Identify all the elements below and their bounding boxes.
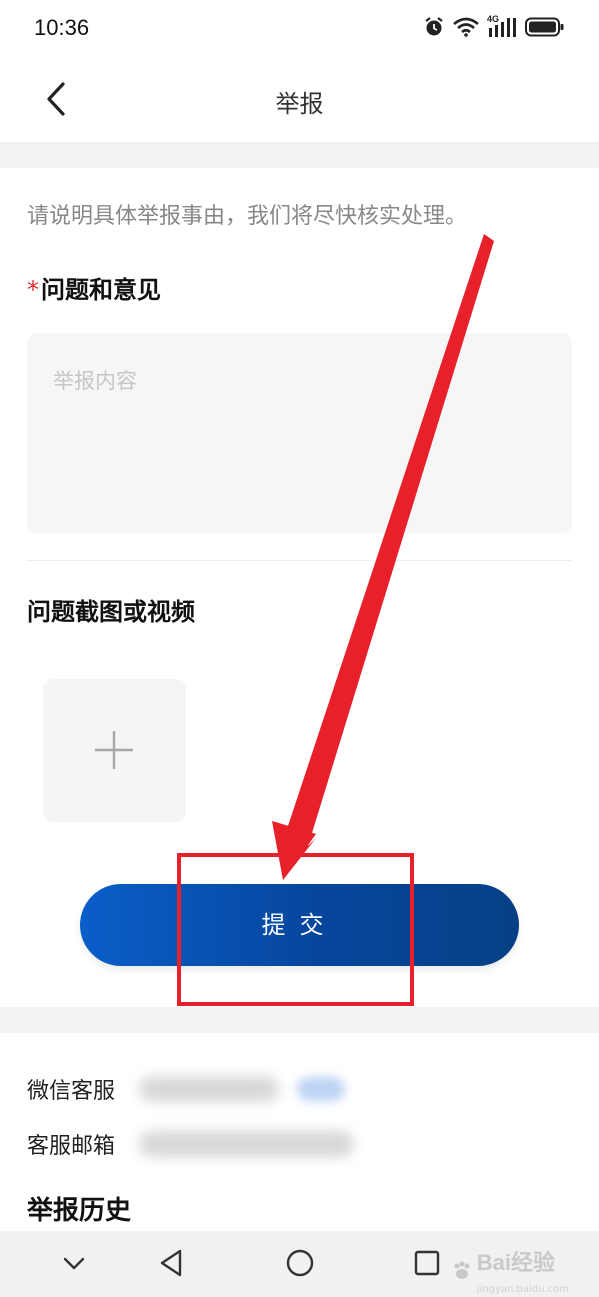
paw-logo-icon xyxy=(454,1261,470,1279)
annotation-highlight-box xyxy=(177,853,414,1006)
watermark-subtext: jingyan.baidu.com xyxy=(476,1284,569,1295)
required-mark: * xyxy=(27,276,39,304)
circle-home-icon xyxy=(286,1249,314,1277)
system-nav-bar: Bai经验 jingyan.baidu.com xyxy=(0,1231,599,1297)
wechat-service-label: 微信客服 xyxy=(27,1079,116,1104)
report-history-title: 举报历史 xyxy=(27,1196,132,1226)
watermark-text: Bai经验 xyxy=(476,1250,555,1275)
page-title: 举报 xyxy=(275,90,324,118)
section-divider-bottom xyxy=(0,1007,599,1033)
nav-bar: 举报 xyxy=(0,60,599,142)
alarm-icon xyxy=(425,17,443,36)
status-icons: 4G xyxy=(423,14,565,38)
upload-media-button[interactable] xyxy=(43,679,186,822)
copy-tag-blurred[interactable] xyxy=(297,1077,346,1101)
issue-label-text: 问题和意见 xyxy=(41,276,161,304)
status-bar: 10:36 4G xyxy=(0,0,599,60)
triangle-back-icon xyxy=(160,1249,182,1277)
chevron-down-icon xyxy=(63,1257,85,1270)
service-email-label: 客服邮箱 xyxy=(27,1134,116,1159)
plus-icon xyxy=(95,731,133,769)
media-section-label: 问题截图或视频 xyxy=(27,598,195,626)
wechat-service-value-blurred xyxy=(139,1076,280,1102)
status-time: 10:36 xyxy=(34,15,90,40)
report-content-field[interactable] xyxy=(27,333,572,533)
service-email-value-blurred xyxy=(139,1131,355,1157)
collapse-button[interactable] xyxy=(60,1247,88,1283)
report-content-input[interactable] xyxy=(27,333,572,533)
wechat-service-row: 微信客服 xyxy=(27,1073,346,1105)
cellular-signal-icon: 4G xyxy=(487,14,517,38)
issue-section-label: *问题和意见 xyxy=(27,270,161,305)
recents-button[interactable] xyxy=(412,1247,442,1283)
battery-icon xyxy=(525,17,564,37)
divider xyxy=(27,560,572,561)
system-back-button[interactable] xyxy=(156,1247,186,1283)
home-button[interactable] xyxy=(284,1247,316,1283)
watermark: Bai经验 jingyan.baidu.com xyxy=(451,1245,569,1296)
wifi-icon xyxy=(453,17,479,37)
square-recents-icon xyxy=(414,1250,440,1276)
report-hint: 请说明具体举报事由，我们将尽快核实处理。 xyxy=(27,204,468,229)
service-email-row: 客服邮箱 xyxy=(27,1128,355,1160)
section-divider-top xyxy=(0,142,599,168)
